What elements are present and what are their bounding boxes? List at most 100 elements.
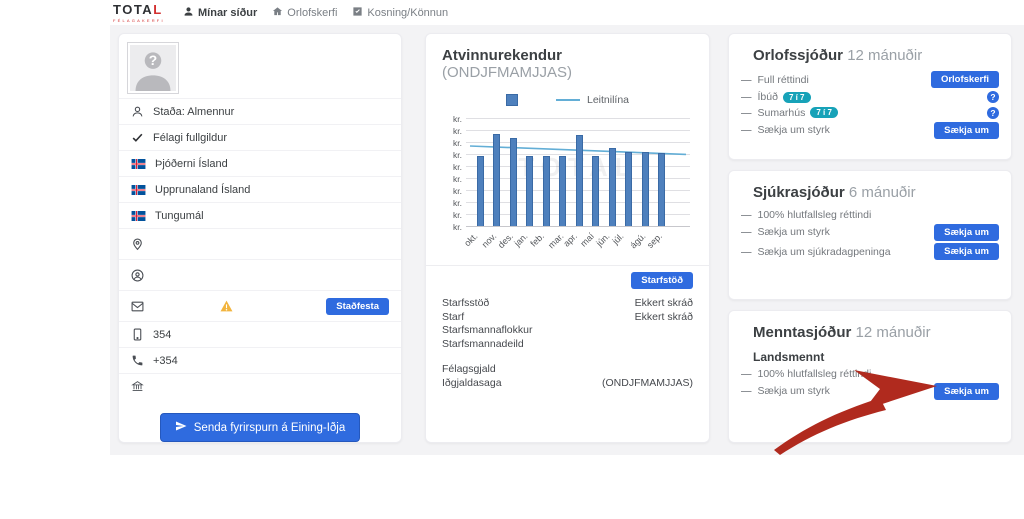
nav-items: Mínar síður Orlofskerfi Kosning/Könnun xyxy=(183,6,448,20)
nav-item-label: Kosning/Könnun xyxy=(367,7,448,19)
fund-subtitle: Landsmennt xyxy=(753,350,1001,364)
profile-row-phone: +354 xyxy=(119,347,401,373)
bar-ágú. xyxy=(642,152,649,226)
fund-row-label: Sækja um styrk xyxy=(758,226,830,238)
paper-plane-icon xyxy=(175,420,187,435)
iceland-flag-icon xyxy=(131,159,146,169)
bar-chart: kr.kr.kr.kr.kr.kr.kr.kr.kr.kr. TOTAL xyxy=(442,118,693,227)
help-icon[interactable]: ? xyxy=(987,91,999,103)
fund-row-label: 100% hlutfallsleg réttindi xyxy=(758,209,872,221)
fund-title-period: 6 mánuðir xyxy=(849,184,916,201)
detail-label: Félagsgjald xyxy=(442,363,496,377)
app-logo[interactable]: TOTAL FÉLAGAKERFI xyxy=(113,2,175,23)
y-axis-ticks: kr.kr.kr.kr.kr.kr.kr.kr.kr.kr. xyxy=(442,118,466,227)
envelope-icon xyxy=(131,300,144,313)
bar-jún. xyxy=(609,148,616,226)
detail-label: Starfsmannadeild xyxy=(442,338,524,352)
fund-row: — Sækja um styrk Sækja um xyxy=(739,122,1001,139)
nav-item-orlofskerfi[interactable]: Orlofskerfi xyxy=(272,6,337,20)
profile-row-language: Tungumál xyxy=(119,202,401,228)
y-tick-label: kr. xyxy=(453,210,462,220)
fund-row: — Full réttindi Orlofskerfi xyxy=(739,71,1001,88)
x-tick-label: nov. xyxy=(479,231,498,250)
fund-title: Sjúkrasjóður 6 mánuðir xyxy=(753,184,1001,201)
detail-row: Félagsgjald xyxy=(442,363,693,377)
chart-title: Atvinnurekendur (ONDJFMAMJJAS) xyxy=(442,47,693,81)
y-tick-label: kr. xyxy=(453,126,462,136)
fund-row: — 100% hlutfallsleg réttindi xyxy=(739,367,1001,380)
detail-row: Starfsmannaflokkur xyxy=(442,324,693,338)
phone-number: +354 xyxy=(153,355,178,367)
sjukrasjodur-card: Sjúkrasjóður 6 mánuðir — 100% hlutfallsl… xyxy=(728,170,1012,300)
fund-row-label: Full réttindi xyxy=(758,74,809,86)
apply-grant-button[interactable]: Sækja um xyxy=(934,122,999,139)
legend-trend-line xyxy=(556,99,580,101)
y-tick-label: kr. xyxy=(453,150,462,160)
fund-title: Orlofssjóður 12 mánuðir xyxy=(753,47,1001,64)
dash-icon: — xyxy=(741,91,752,103)
y-tick-label: kr. xyxy=(453,174,462,184)
nav-item-label: Mínar síður xyxy=(198,7,257,19)
y-tick-label: kr. xyxy=(453,162,462,172)
send-inquiry-button[interactable]: Senda fyrirspurn á Eining-Iðja xyxy=(160,413,361,442)
profile-row-nationality: Þjóðerni Ísland xyxy=(119,150,401,176)
x-tick-label: feb. xyxy=(528,231,546,249)
nav-item-minar-sidur[interactable]: Mínar síður xyxy=(183,6,257,20)
profile-rows: Staða: Almennur Félagi fullgildur Þjóðer… xyxy=(119,98,401,399)
fund-title: Menntasjóður 12 mánuðir xyxy=(753,324,1001,341)
y-tick-label: kr. xyxy=(453,222,462,232)
origin-text: Upprunaland Ísland xyxy=(155,184,250,196)
page: TOTAL FÉLAGAKERFI Mínar síður Orlofskerf… xyxy=(0,0,1024,519)
verify-email-button[interactable]: Staðfesta xyxy=(326,298,389,315)
orlofskerfi-button[interactable]: Orlofskerfi xyxy=(931,71,999,88)
x-tick-label: jan. xyxy=(512,231,529,248)
x-tick-label: maí xyxy=(578,231,596,249)
fund-row: — 100% hlutfallsleg réttindi xyxy=(739,208,1001,221)
menntasjodur-card: Menntasjóður 12 mánuðir Landsmennt — 100… xyxy=(728,310,1012,443)
detail-row: Starf Ekkert skráð xyxy=(442,311,693,325)
apply-grant-button[interactable]: Sækja um xyxy=(934,383,999,400)
person-circle-icon xyxy=(131,269,144,282)
bar-feb. xyxy=(543,156,550,226)
apply-sick-pay-button[interactable]: Sækja um xyxy=(934,243,999,260)
detail-row: Iðgjaldasaga(ONDJFMAMJJAS) xyxy=(442,377,693,391)
x-tick-label: júl. xyxy=(610,231,625,246)
detail-label: Starf xyxy=(442,311,464,325)
iceland-flag-icon xyxy=(131,185,146,195)
fund-row-label: Sækja um styrk xyxy=(758,124,830,136)
detail-value: Ekkert skráð xyxy=(635,311,693,325)
dash-icon: — xyxy=(741,124,752,136)
profile-row-origin: Upprunaland Ísland xyxy=(119,176,401,202)
avatar[interactable]: ? xyxy=(127,42,179,94)
divider xyxy=(426,265,709,266)
starfstod-badge-button[interactable]: Starfstöð xyxy=(631,272,693,289)
fund-row-label: Sækja um sjúkradagpeninga xyxy=(758,246,891,258)
help-icon[interactable]: ? xyxy=(987,107,999,119)
nav-item-kosning-konnun[interactable]: Kosning/Könnun xyxy=(352,6,448,20)
dash-icon: — xyxy=(741,246,752,258)
detail-label: Iðgjaldasaga xyxy=(442,377,502,391)
status-text: Staða: Almennur xyxy=(153,106,234,118)
person-outline-icon xyxy=(131,105,144,118)
bar-plot: TOTAL xyxy=(466,118,690,227)
dash-icon: — xyxy=(741,209,752,221)
nav-item-label: Orlofskerfi xyxy=(287,7,337,19)
home-icon xyxy=(272,6,283,20)
seven-in-seven-badge: 7 í 7 xyxy=(783,92,811,103)
logo-text: TOTA xyxy=(113,2,153,17)
bar-maí xyxy=(592,156,599,226)
send-inquiry-label: Senda fyrirspurn á Eining-Iðja xyxy=(194,422,346,434)
fund-row-label: 100% hlutfallsleg réttindi xyxy=(758,368,872,380)
detail-value: Ekkert skráð xyxy=(635,297,693,311)
profile-row-address xyxy=(119,228,401,259)
fund-row-label: Sumarhús xyxy=(758,107,806,119)
fund-row-label: Sækja um styrk xyxy=(758,385,830,397)
profile-row-mobile: 354 xyxy=(119,321,401,347)
bar-júl. xyxy=(625,152,632,226)
fund-title-period: 12 mánuðir xyxy=(856,324,931,341)
y-tick-label: kr. xyxy=(453,138,462,148)
phone-handset-icon xyxy=(131,354,144,367)
chart-legend: Leitnilína xyxy=(442,94,693,106)
fund-row: — Sækja um styrk Sækja um xyxy=(739,224,1001,241)
apply-grant-button[interactable]: Sækja um xyxy=(934,224,999,241)
